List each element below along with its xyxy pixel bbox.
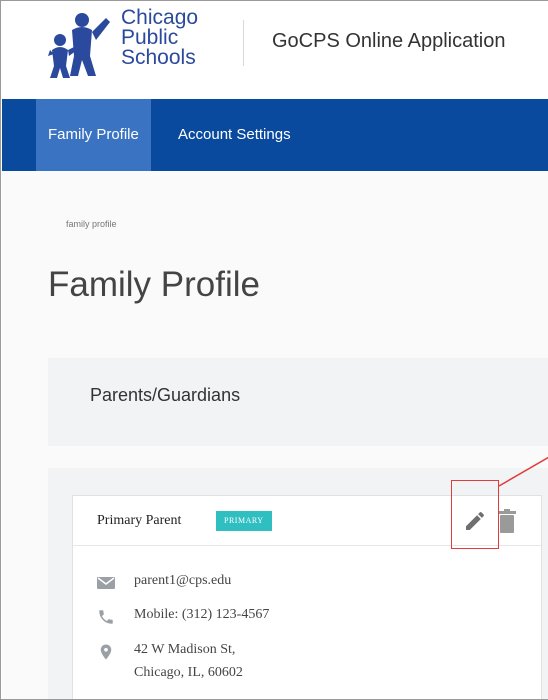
app-frame: Chicago Public Schools GoCPS Online Appl… xyxy=(0,0,548,700)
address-line-2: Chicago, IL, 60602 xyxy=(134,665,243,680)
section-header: Parents/Guardians xyxy=(48,358,548,446)
header-divider xyxy=(243,20,244,66)
breadcrumb[interactable]: family profile xyxy=(66,219,117,229)
page-title: Family Profile xyxy=(48,265,260,304)
logo-wordmark: Chicago Public Schools xyxy=(121,6,199,69)
app-title: GoCPS Online Application xyxy=(272,30,506,52)
envelope-icon xyxy=(97,577,115,589)
site-header: Chicago Public Schools GoCPS Online Appl… xyxy=(2,2,548,99)
trash-icon xyxy=(498,509,516,533)
primary-badge: PRIMARY xyxy=(216,511,272,531)
address-line-1: 42 W Madison St, xyxy=(134,642,236,657)
email-text: parent1@cps.edu xyxy=(134,573,232,588)
phone-text: Mobile: (312) 123-4567 xyxy=(134,607,270,622)
delete-button[interactable] xyxy=(497,508,517,534)
main-nav: Family Profile Account Settings xyxy=(2,99,548,171)
cps-logo-figures-icon xyxy=(48,13,110,78)
cps-logo[interactable]: Chicago Public Schools xyxy=(46,6,216,84)
section-title: Parents/Guardians xyxy=(90,385,241,405)
parent-label: Primary Parent xyxy=(97,513,182,528)
logo-line-2: Public xyxy=(121,26,179,49)
logo-line-3: Schools xyxy=(121,46,196,69)
nav-item-account-settings[interactable]: Account Settings xyxy=(166,99,303,171)
nav-item-family-profile[interactable]: Family Profile xyxy=(36,99,151,171)
phone-icon xyxy=(99,610,113,624)
main-content: family profile Family Profile Parents/Gu… xyxy=(2,171,548,699)
edit-highlight-box xyxy=(451,480,499,549)
logo-line-1: Chicago xyxy=(121,6,199,29)
map-pin-icon xyxy=(100,644,112,660)
